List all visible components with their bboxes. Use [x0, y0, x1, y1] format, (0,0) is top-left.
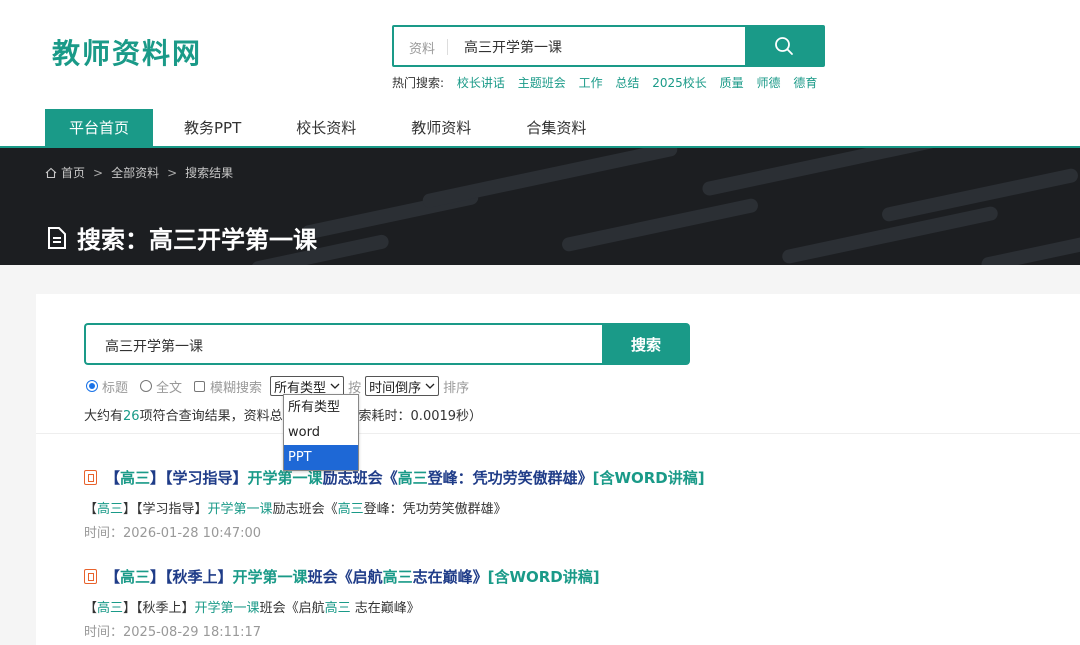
title-radio-label: 标题	[102, 380, 129, 396]
search-input-value: 高三开学第一课	[105, 339, 203, 355]
search-input[interactable]: 高三开学第一课	[84, 323, 602, 365]
hot-link[interactable]: 工作	[579, 76, 603, 90]
chevron-right-icon: >	[167, 165, 178, 180]
hot-link[interactable]: 主题班会	[518, 76, 566, 90]
title-radio[interactable]	[86, 380, 98, 392]
type-dropdown: 所有类型 word PPT	[283, 394, 359, 471]
hot-search-label: 热门搜索:	[392, 76, 445, 90]
stats-prefix: 大约有	[84, 409, 124, 424]
hot-link[interactable]: 校长讲话	[457, 76, 505, 90]
nav-item-ppt[interactable]: 教务PPT	[160, 109, 265, 147]
result-count: 26	[123, 409, 140, 424]
search-options: 标题 全文 模糊搜索 所有类型 按 时间倒序 排序	[86, 376, 469, 396]
fuzzy-checkbox[interactable]	[194, 380, 206, 392]
stats-mid: 项符合查询结果，资料总	[139, 409, 283, 424]
home-icon	[45, 167, 57, 178]
hot-link[interactable]: 总结	[615, 76, 639, 90]
document-icon	[48, 226, 66, 249]
result-item: 【高三 】【秋季上】 开学第一课 班会《启航 高三 志在巅峰》 [含WORD讲稿] 【高三…	[84, 566, 600, 640]
hot-link[interactable]: 2025校长	[652, 76, 707, 90]
search-separator	[447, 39, 448, 55]
order-select-value: 时间倒序	[369, 380, 422, 396]
header-search-button[interactable]	[745, 27, 823, 65]
order-by-label: 按	[348, 380, 362, 396]
breadcrumb-all[interactable]: 全部资料	[111, 164, 159, 181]
result-description: 【高三】【学习指导】开学第一课励志班会《高三登峰：凭功劳笑傲群雄》	[84, 502, 507, 517]
main-nav: 平台首页 教务PPT 校长资料 教师资料 合集资料	[45, 109, 617, 147]
file-icon	[84, 569, 97, 584]
result-description: 【高三】【秋季上】开学第一课班会《启航高三 志在巅峰》	[84, 601, 420, 616]
result-item: 【高三 】【学习指导】 开学第一课 励志班会《 高三 登峰：凭功劳笑傲群雄》 [含WORD讲…	[84, 467, 705, 541]
type-option[interactable]: 所有类型	[284, 395, 358, 420]
file-icon	[84, 470, 97, 485]
order-select[interactable]: 时间倒序	[365, 376, 440, 396]
site-header: 教师资料网 资料 高三开学第一课 热门搜索: 校长讲话 主题班会 工作 总结 2…	[0, 0, 1080, 148]
result-time: 时间：2026-01-28 10:47:00	[84, 526, 262, 541]
site-logo[interactable]: 教师资料网	[52, 32, 202, 72]
type-option[interactable]: PPT	[284, 445, 358, 470]
nav-item-principal[interactable]: 校长资料	[272, 109, 380, 147]
nav-item-teacher[interactable]: 教师资料	[387, 109, 495, 147]
fulltext-radio-label: 全文	[156, 380, 183, 396]
search-button[interactable]: 搜索	[602, 323, 690, 365]
hot-search: 热门搜索: 校长讲话 主题班会 工作 总结 2025校长 质量 师德 德育	[392, 74, 817, 91]
divider	[36, 433, 1080, 434]
chevron-down-icon	[425, 383, 435, 389]
hot-link[interactable]: 质量	[720, 76, 744, 90]
sort-label: 排序	[443, 380, 470, 396]
page-title-text: 搜索：高三开学第一课	[77, 226, 317, 254]
result-time: 时间：2025-08-29 18:11:17	[84, 625, 262, 640]
search-results-panel: 高三开学第一课 搜索 标题 全文 模糊搜索 所有类型 按 时间倒序 排序 所有类…	[36, 294, 1080, 645]
search-type-label[interactable]: 资料	[409, 38, 435, 57]
type-select-value: 所有类型	[274, 380, 327, 396]
type-select[interactable]: 所有类型	[270, 376, 345, 396]
chevron-right-icon: >	[93, 165, 104, 180]
header-search-input[interactable]: 高三开学第一课	[464, 37, 562, 57]
hot-link[interactable]: 德育	[793, 76, 817, 90]
breadcrumb-current: 搜索结果	[185, 166, 234, 180]
page-banner: 首页 > 全部资料 > 搜索结果 搜索：高三开学第一课	[0, 148, 1080, 265]
header-search-box: 资料 高三开学第一课	[392, 25, 825, 67]
breadcrumb-home[interactable]: 首页	[61, 164, 85, 181]
result-title[interactable]: 【高三 】【学习指导】 开学第一课 励志班会《 高三 登峰：凭功劳笑傲群雄》 [含WORD讲…	[84, 467, 705, 488]
result-title[interactable]: 【高三 】【秋季上】 开学第一课 班会《启航 高三 志在巅峰》 [含WORD讲稿]	[84, 566, 600, 587]
fuzzy-checkbox-label: 模糊搜索	[210, 380, 263, 396]
nav-item-collection[interactable]: 合集资料	[502, 109, 610, 147]
breadcrumb: 首页 > 全部资料 > 搜索结果	[45, 164, 233, 181]
type-option[interactable]: word	[284, 420, 358, 445]
search-icon	[775, 37, 793, 55]
fulltext-radio[interactable]	[140, 380, 153, 392]
hot-link[interactable]: 师德	[756, 76, 780, 90]
chevron-down-icon	[330, 383, 340, 389]
nav-item-home[interactable]: 平台首页	[45, 109, 154, 147]
page-title: 搜索：高三开学第一课	[46, 220, 317, 255]
